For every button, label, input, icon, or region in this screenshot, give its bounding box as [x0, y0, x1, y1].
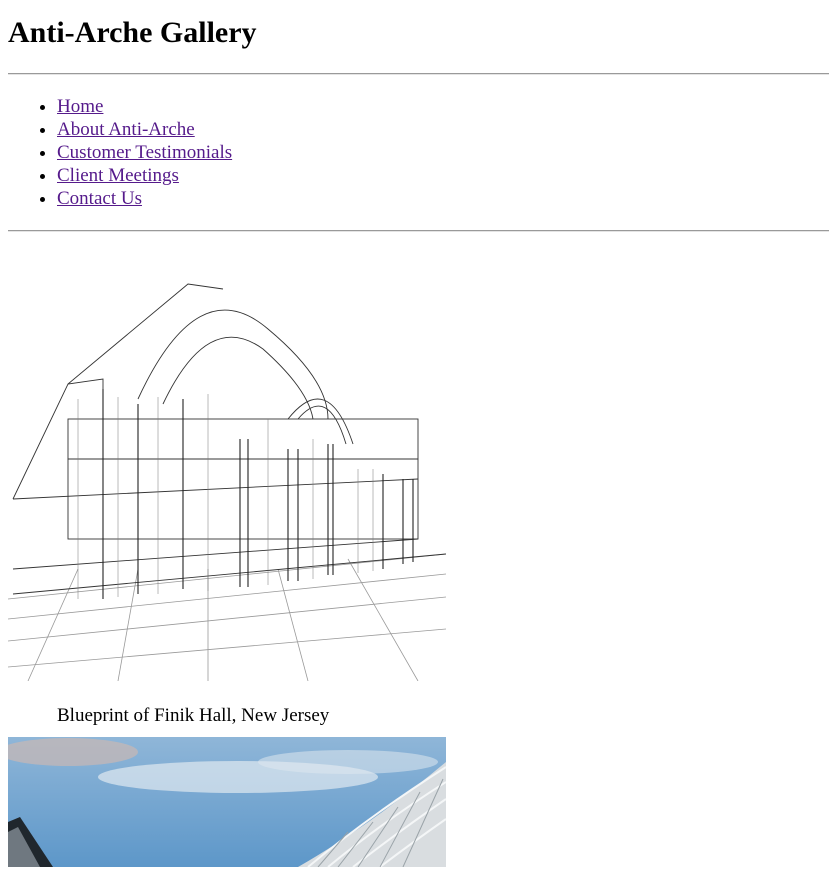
- gallery-item-building-photo: [8, 737, 829, 867]
- nav-divider: [8, 230, 829, 232]
- nav-item-about: About Anti-Arche: [57, 118, 829, 141]
- nav-link-contact[interactable]: Contact Us: [57, 188, 142, 209]
- nav-item-meetings: Client Meetings: [57, 164, 829, 187]
- page-title: Anti-Arche Gallery: [8, 16, 257, 49]
- building-photo-image: [8, 737, 446, 867]
- nav-link-about[interactable]: About Anti-Arche: [57, 119, 195, 140]
- nav-link-testimonials[interactable]: Customer Testimonials: [57, 142, 232, 163]
- image-caption: Blueprint of Finik Hall, New Jersey: [57, 705, 330, 726]
- nav-link-meetings[interactable]: Client Meetings: [57, 165, 179, 186]
- nav-link-home[interactable]: Home: [57, 96, 103, 117]
- nav-item-home: Home: [57, 95, 829, 118]
- nav-item-testimonials: Customer Testimonials: [57, 141, 829, 164]
- blueprint-image: [8, 269, 446, 681]
- main-nav: Home About Anti-Arche Customer Testimoni…: [8, 95, 829, 210]
- nav-item-contact: Contact Us: [57, 187, 829, 210]
- gallery-item-blueprint: Blueprint of Finik Hall, New Jersey: [8, 269, 829, 727]
- page: Anti-Arche Gallery Home About Anti-Arche…: [0, 0, 829, 867]
- header-divider: [8, 73, 829, 75]
